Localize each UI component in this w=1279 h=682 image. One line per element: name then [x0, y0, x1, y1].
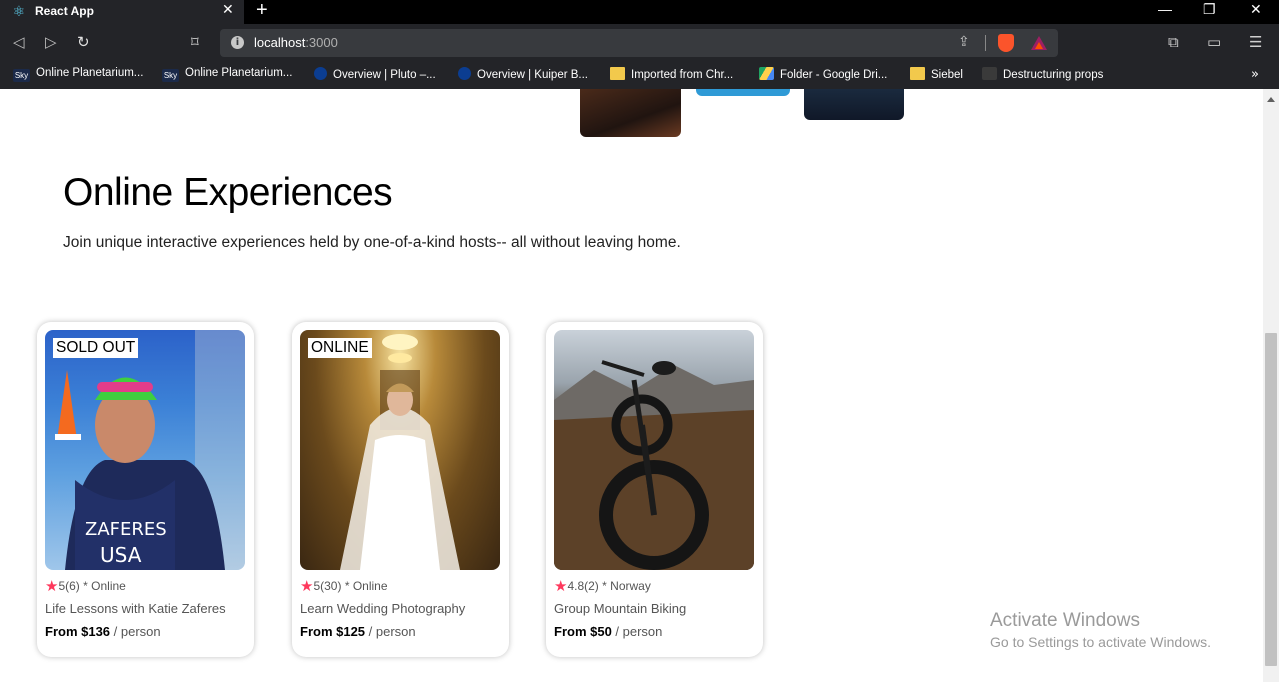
experience-card[interactable]: ZAFERES USA SOLD OUT ★5(6) * Online Life…	[37, 322, 254, 657]
wedding-photo	[340, 334, 460, 570]
reload-icon[interactable]: ↻	[77, 33, 90, 51]
card-stats: ★4.8(2) * Norway	[554, 577, 651, 595]
review-count: (6)	[65, 579, 80, 593]
folder-icon	[610, 67, 625, 80]
bookmark-icon[interactable]: ⌑	[191, 33, 199, 51]
browser-titlebar: ⚛ React App ✕ + — ❐ ✕	[0, 0, 1279, 24]
google-drive-icon	[759, 67, 774, 80]
star-icon: ★	[45, 578, 59, 595]
price-unit: / person	[611, 624, 663, 639]
card-stats: ★5(30) * Online	[300, 577, 388, 595]
card-price: From $125 / person	[300, 624, 416, 639]
wallet-icon[interactable]: ▭	[1207, 33, 1221, 51]
folder-icon	[910, 67, 925, 80]
browser-tab[interactable]: ⚛ React App ✕	[0, 0, 244, 24]
rating: 4.8	[567, 579, 585, 593]
card-photo: ZAFERES USA SOLD OUT	[45, 330, 245, 570]
brave-shields-icon[interactable]	[998, 34, 1014, 52]
star-icon: ★	[554, 578, 568, 595]
tab-title: React App	[35, 4, 94, 18]
url-text[interactable]: localhost:3000	[254, 35, 338, 50]
menu-icon[interactable]: ☰	[1249, 33, 1262, 51]
star-icon: ★	[300, 578, 314, 595]
card-title: Group Mountain Biking	[554, 601, 687, 616]
location: * Norway	[598, 579, 651, 593]
svg-text:USA: USA	[100, 543, 142, 567]
back-icon[interactable]: ◁	[13, 33, 25, 51]
mountain-bike-photo	[554, 360, 754, 570]
location: * Online	[341, 579, 388, 593]
card-title: Life Lessons with Katie Zaferes	[45, 601, 226, 616]
site-info-icon[interactable]: i	[231, 36, 244, 49]
bookmark-item[interactable]: Destructuring props	[982, 67, 1103, 85]
extensions-icon[interactable]: ⧉	[1168, 33, 1179, 51]
page-title: Online Experiences	[63, 171, 393, 214]
hero-photo	[804, 89, 904, 120]
card-photo	[554, 330, 754, 570]
restore-button[interactable]: ❐	[1203, 1, 1216, 18]
address-bar[interactable]: i localhost:3000 ⇪	[220, 29, 1058, 57]
bookmark-folder[interactable]: Imported from Chr...	[610, 67, 733, 85]
status-badge: SOLD OUT	[53, 338, 139, 358]
nasa-icon	[458, 67, 471, 80]
bookmarks-overflow-icon[interactable]: »	[1251, 67, 1259, 82]
scrollbar-thumb[interactable]	[1265, 333, 1277, 666]
react-icon	[982, 67, 997, 80]
card-price: From $136 / person	[45, 624, 161, 639]
page-content: Online Experiences Join unique interacti…	[0, 89, 1263, 682]
bookmark-item[interactable]: Folder - Google Dri...	[759, 67, 887, 85]
review-count: (30)	[320, 579, 342, 593]
windows-activation-watermark: Activate Windows	[990, 610, 1140, 631]
react-icon: ⚛	[12, 4, 26, 20]
forward-icon[interactable]: ▷	[45, 33, 57, 51]
status-badge: ONLINE	[308, 338, 372, 358]
price-unit: / person	[110, 624, 161, 639]
windows-activation-hint: Go to Settings to activate Windows.	[990, 634, 1211, 650]
close-tab-icon[interactable]: ✕	[222, 2, 234, 18]
location: * Online	[79, 579, 126, 593]
bookmark-item[interactable]: Sky Online Planetarium...	[162, 67, 292, 85]
minimize-button[interactable]: —	[1158, 1, 1172, 17]
hero-photo	[696, 89, 790, 96]
card-photo: ONLINE	[300, 330, 500, 570]
vertical-scrollbar[interactable]	[1263, 89, 1279, 682]
brave-rewards-inner-icon	[1035, 42, 1043, 49]
bookmark-item[interactable]: Overview | Kuiper B...	[458, 67, 588, 85]
svg-text:ZAFERES: ZAFERES	[85, 519, 167, 540]
sky-icon: Sky	[162, 69, 179, 82]
card-price: From $50 / person	[554, 624, 662, 639]
nasa-icon	[314, 67, 327, 80]
bookmark-item[interactable]: Overview | Pluto –...	[314, 67, 436, 85]
review-count: (2)	[584, 579, 599, 593]
share-icon[interactable]: ⇪	[958, 34, 970, 50]
browser-toolbar: ◁ ▷ ↻ ⌑ i localhost:3000 ⇪ ⧉ ▭ ☰	[0, 24, 1279, 62]
card-title: Learn Wedding Photography	[300, 601, 466, 616]
url-divider	[985, 35, 986, 51]
bookmark-folder[interactable]: Siebel	[910, 67, 963, 85]
hero-photo	[580, 89, 681, 137]
price-unit: / person	[365, 624, 416, 639]
page-subtitle: Join unique interactive experiences held…	[63, 234, 681, 251]
price: From $125	[300, 624, 366, 639]
new-tab-button[interactable]: +	[256, 0, 268, 22]
swimmer-photo: ZAFERES USA	[55, 330, 245, 570]
price: From $50	[554, 624, 612, 639]
experience-card[interactable]: ONLINE ★5(30) * Online Learn Wedding Pho…	[292, 322, 509, 657]
bookmark-item[interactable]: Sky Online Planetarium...	[13, 67, 143, 85]
experience-card[interactable]: ★4.8(2) * Norway Group Mountain Biking F…	[546, 322, 763, 657]
bookmarks-bar: Sky Online Planetarium... Sky Online Plane…	[0, 62, 1279, 89]
scroll-up-arrow-icon[interactable]	[1267, 97, 1275, 102]
sky-icon: Sky	[13, 69, 30, 82]
card-stats: ★5(6) * Online	[45, 577, 126, 595]
close-window-button[interactable]: ✕	[1250, 1, 1262, 18]
price: From $136	[45, 624, 111, 639]
